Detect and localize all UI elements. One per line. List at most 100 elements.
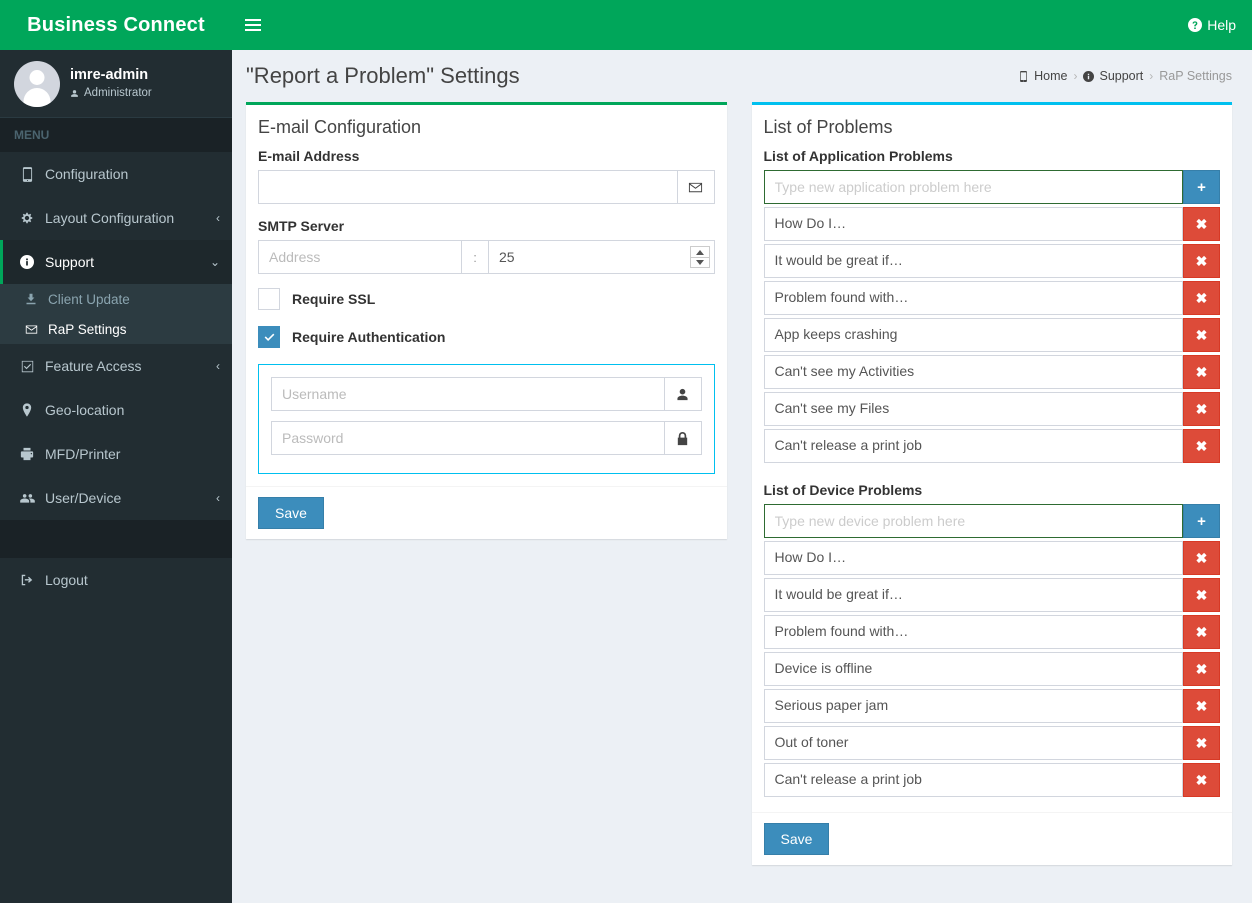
sidebar-subitem-client-update[interactable]: Client Update xyxy=(0,284,232,314)
sidebar-item-logout[interactable]: Logout xyxy=(0,558,232,602)
box-footer: Save xyxy=(751,812,1232,865)
sidebar-item-user-device[interactable]: User/Device ‹ xyxy=(0,476,232,520)
problem-label: App keeps crashing xyxy=(763,318,1183,352)
save-problems-button[interactable]: Save xyxy=(763,823,830,855)
require-authentication-checkbox[interactable] xyxy=(258,326,280,348)
list-item: Can't see my Files ✖ xyxy=(763,392,1220,426)
right-column: List of Problems List of Application Pro… xyxy=(751,102,1233,865)
problem-label: Serious paper jam xyxy=(763,689,1183,723)
list-of-problems-box: List of Problems List of Application Pro… xyxy=(751,102,1233,865)
username-input[interactable] xyxy=(271,377,665,411)
stepper-down-button[interactable] xyxy=(689,257,710,268)
email-address-input[interactable] xyxy=(258,170,678,204)
problem-label: Can't see my Activities xyxy=(763,355,1183,389)
delete-problem-button[interactable]: ✖ xyxy=(1183,726,1220,760)
breadcrumb-label: RaP Settings xyxy=(1159,69,1232,83)
sidebar-item-layout-configuration[interactable]: Layout Configuration ‹ xyxy=(0,196,232,240)
quantity-stepper[interactable] xyxy=(689,246,710,268)
envelope-icon xyxy=(677,170,715,204)
delete-problem-button[interactable]: ✖ xyxy=(1183,207,1220,241)
smtp-address-input[interactable] xyxy=(258,240,462,274)
sidebar-item-label: MFD/Printer xyxy=(45,446,121,462)
delete-problem-button[interactable]: ✖ xyxy=(1183,615,1220,649)
delete-problem-button[interactable]: ✖ xyxy=(1183,429,1220,463)
save-email-button[interactable]: Save xyxy=(258,497,324,529)
content-header: "Report a Problem" Settings Home › Suppo… xyxy=(232,50,1252,102)
sidebar-item-label: Logout xyxy=(45,572,88,588)
breadcrumb-label: Support xyxy=(1099,69,1144,83)
delete-problem-button[interactable]: ✖ xyxy=(1183,763,1220,797)
list-item: Serious paper jam ✖ xyxy=(763,689,1220,723)
sidebar-item-configuration[interactable]: Configuration xyxy=(0,152,232,196)
sidebar-item-label: Configuration xyxy=(45,166,129,182)
sidebar-item-geo-location[interactable]: Geo-location xyxy=(0,388,232,432)
main-content: E-mail Configuration E-mail Address SMTP… xyxy=(232,102,1252,903)
printer-icon xyxy=(17,447,37,461)
sidebar: Business Connect imre-admin Administrato… xyxy=(0,0,232,903)
page-title: "Report a Problem" Settings xyxy=(246,63,520,88)
breadcrumb-separator: › xyxy=(1073,69,1078,83)
brand-logo[interactable]: Business Connect xyxy=(0,0,232,50)
info-circle-icon xyxy=(1083,70,1095,82)
require-authentication-row[interactable]: Require Authentication xyxy=(258,326,715,348)
stepper-up-button[interactable] xyxy=(689,246,710,257)
left-column: E-mail Configuration E-mail Address SMTP… xyxy=(246,102,727,539)
delete-problem-button[interactable]: ✖ xyxy=(1183,318,1220,352)
menu-icon[interactable] xyxy=(232,0,274,50)
breadcrumb-item-support[interactable]: Support xyxy=(1083,69,1143,83)
brand-title: Business Connect xyxy=(27,13,205,36)
list-item: Can't release a print job ✖ xyxy=(763,763,1220,797)
require-authentication-label: Require Authentication xyxy=(292,329,446,345)
problem-label: Can't release a print job xyxy=(763,429,1183,463)
box-footer: Save xyxy=(246,486,727,539)
device-problem-input[interactable] xyxy=(763,504,1183,538)
download-icon xyxy=(22,293,40,305)
require-ssl-row[interactable]: Require SSL xyxy=(258,288,715,310)
help-button[interactable]: Help xyxy=(1172,0,1252,50)
delete-problem-button[interactable]: ✖ xyxy=(1183,689,1220,723)
delete-problem-button[interactable]: ✖ xyxy=(1183,244,1220,278)
lock-icon xyxy=(664,421,702,455)
users-icon xyxy=(17,492,37,505)
delete-problem-button[interactable]: ✖ xyxy=(1183,541,1220,575)
delete-problem-button[interactable]: ✖ xyxy=(1183,392,1220,426)
problem-label: Problem found with… xyxy=(763,615,1183,649)
list-item: Can't see my Activities ✖ xyxy=(763,355,1220,389)
smtp-port-field[interactable]: 25 xyxy=(488,240,715,274)
list-item: Out of toner ✖ xyxy=(763,726,1220,760)
help-label: Help xyxy=(1207,17,1236,33)
add-device-problem-button[interactable]: + xyxy=(1183,504,1220,538)
problem-label: Out of toner xyxy=(763,726,1183,760)
list-item: It would be great if… ✖ xyxy=(763,244,1220,278)
support-submenu: Client Update RaP Settings xyxy=(0,284,232,344)
delete-problem-button[interactable]: ✖ xyxy=(1183,281,1220,315)
application-problem-input[interactable] xyxy=(763,170,1183,204)
list-item: Problem found with… ✖ xyxy=(763,615,1220,649)
sidebar-menu: Configuration Layout Configuration ‹ Sup… xyxy=(0,152,232,602)
list-item: App keeps crashing ✖ xyxy=(763,318,1220,352)
chevron-left-icon: ‹ xyxy=(216,211,220,225)
sidebar-item-mfd-printer[interactable]: MFD/Printer xyxy=(0,432,232,476)
problem-label: Can't see my Files xyxy=(763,392,1183,426)
delete-problem-button[interactable]: ✖ xyxy=(1183,578,1220,612)
problem-label: Problem found with… xyxy=(763,281,1183,315)
device-problems-list: How Do I… ✖ It would be great if… ✖ Problem … xyxy=(763,541,1220,797)
box-body: List of Application Problems + How Do I…… xyxy=(752,148,1233,812)
delete-problem-button[interactable]: ✖ xyxy=(1183,652,1220,686)
user-icon xyxy=(664,377,702,411)
require-ssl-checkbox[interactable] xyxy=(258,288,280,310)
info-circle-icon xyxy=(17,255,37,269)
sidebar-subitem-rap-settings[interactable]: RaP Settings xyxy=(0,314,232,344)
add-application-problem-button[interactable]: + xyxy=(1183,170,1220,204)
sidebar-subitem-label: Client Update xyxy=(48,291,130,307)
password-input[interactable] xyxy=(271,421,665,455)
breadcrumb-item-home[interactable]: Home xyxy=(1018,69,1067,83)
delete-problem-button[interactable]: ✖ xyxy=(1183,355,1220,389)
tablet-icon xyxy=(17,166,37,182)
problem-label: Can't release a print job xyxy=(763,763,1183,797)
sidebar-item-support[interactable]: Support ⌄ Client Update RaP Settings xyxy=(0,240,232,344)
sidebar-item-feature-access[interactable]: Feature Access ‹ xyxy=(0,344,232,388)
sidebar-item-label: User/Device xyxy=(45,490,122,506)
avatar xyxy=(14,60,60,107)
add-application-problem-row: + xyxy=(763,170,1220,204)
